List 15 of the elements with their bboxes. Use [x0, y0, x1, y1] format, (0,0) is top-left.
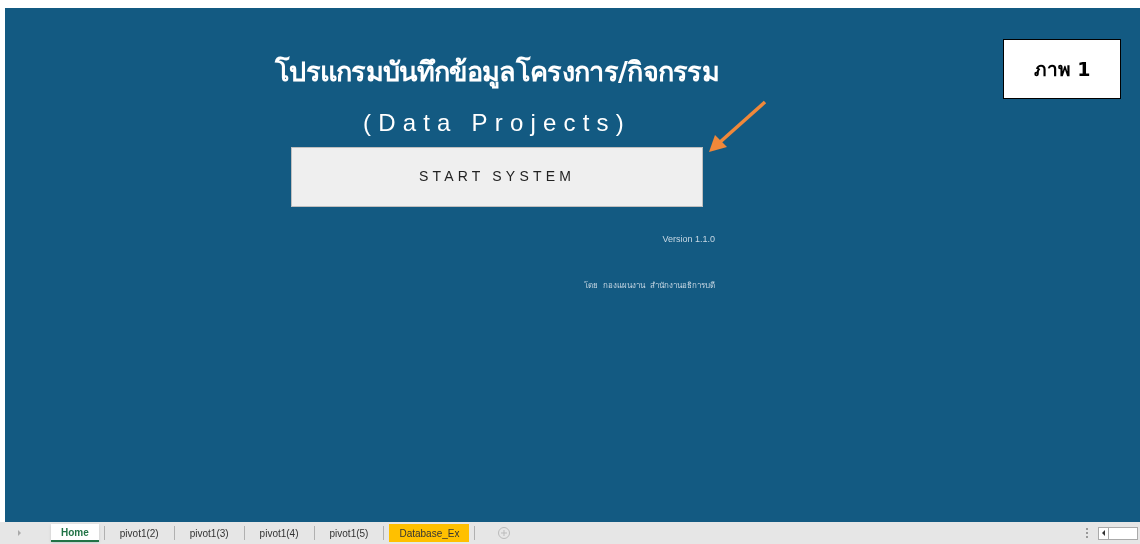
scroll-left-icon[interactable] — [18, 530, 21, 536]
arrow-icon — [707, 99, 769, 155]
sheet-tab[interactable]: Home — [51, 524, 99, 542]
sheet-tab[interactable]: pivot1(5) — [319, 524, 379, 542]
version-text: Version 1.1.0 — [662, 232, 715, 246]
horizontal-scrollbar[interactable] — [1098, 526, 1138, 540]
figure-label: ภาพ 1 — [1003, 39, 1121, 99]
program-subtitle: (Data Projects) — [362, 107, 631, 138]
sheet-tab[interactable]: pivot1(3) — [179, 524, 239, 542]
program-title: โปรแกรมบันทึกข้อมูลโครงการ/กิจกรรม — [274, 55, 720, 91]
sheet-tab[interactable]: Database_Ex — [389, 524, 470, 542]
credit-text: โดย กองแผนงาน สำนักงานอธิการบดี — [583, 280, 715, 292]
start-system-button[interactable]: START SYSTEM — [291, 146, 703, 207]
sheet-tab[interactable]: pivot1(4) — [249, 524, 309, 542]
sheet-tab[interactable]: pivot1(2) — [109, 524, 169, 542]
